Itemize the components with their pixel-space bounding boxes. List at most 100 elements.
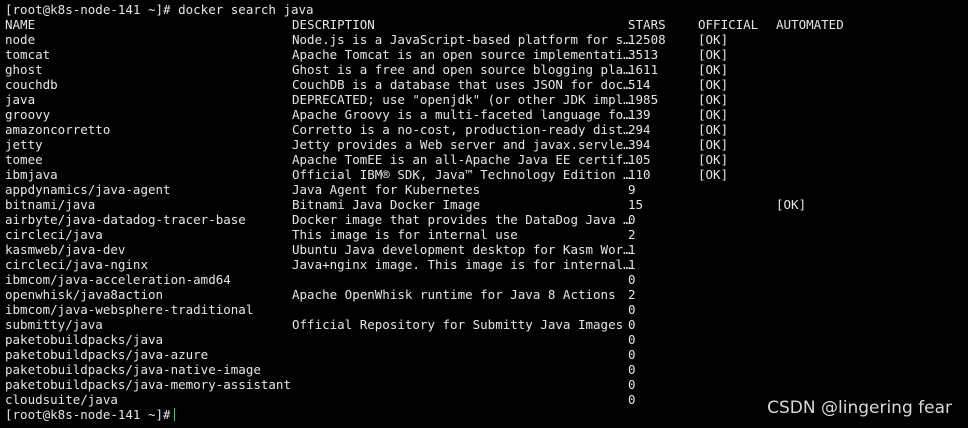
row-stars: 0 xyxy=(628,212,636,227)
row-official: [OK] xyxy=(698,62,729,77)
row-official: [OK] xyxy=(698,152,729,167)
table-row: java DEPRECATED; use "openjdk" (or other … xyxy=(5,92,968,107)
row-stars: 2 xyxy=(628,227,636,242)
table-row: groovy Apache Groovy is a multi-faceted l… xyxy=(5,107,968,122)
header-name: NAME xyxy=(5,17,36,32)
row-name: circleci/java-nginx xyxy=(5,257,148,272)
row-stars: 1 xyxy=(628,242,636,257)
header-official: OFFICIAL xyxy=(698,17,759,32)
table-row: ibmcom/java-websphere-traditional 0 xyxy=(5,302,968,317)
row-description: CouchDB is a database that uses JSON for… xyxy=(292,77,631,92)
row-stars: 0 xyxy=(628,362,636,377)
table-row: tomcat Apache Tomcat is an open source im… xyxy=(5,47,968,62)
row-description: Node.js is a JavaScript-based platform f… xyxy=(292,32,631,47)
row-official: [OK] xyxy=(698,137,729,152)
row-stars: 3513 xyxy=(628,47,659,62)
watermark: CSDN @lingering fear xyxy=(767,398,952,418)
terminal-window[interactable]: [root@k8s-node-141 ~]# docker search jav… xyxy=(5,2,968,428)
row-name: amazoncorretto xyxy=(5,122,111,137)
row-stars: 0 xyxy=(628,272,636,287)
row-automated: [OK] xyxy=(776,197,807,212)
table-row: submitty/java Official Repository for Sub… xyxy=(5,317,968,332)
row-stars: 0 xyxy=(628,302,636,317)
row-name: ibmcom/java-acceleration-amd64 xyxy=(5,272,231,287)
row-name: submitty/java xyxy=(5,317,103,332)
row-name: couchdb xyxy=(5,77,58,92)
row-name: cloudsuite/java xyxy=(5,392,118,407)
row-description: Apache Groovy is a multi-faceted languag… xyxy=(292,107,631,122)
table-header: NAME DESCRIPTION STARS OFFICIAL AUTOMATE… xyxy=(5,17,968,32)
row-name: jetty xyxy=(5,137,43,152)
row-stars: 110 xyxy=(628,167,651,182)
header-automated: AUTOMATED xyxy=(776,17,844,32)
table-row: paketobuildpacks/java-memory-assistant 0 xyxy=(5,377,968,392)
row-name: node xyxy=(5,32,36,47)
table-row: appdynamics/java-agent Java Agent for Kub… xyxy=(5,182,968,197)
header-stars: STARS xyxy=(628,17,666,32)
row-name: appdynamics/java-agent xyxy=(5,182,171,197)
shell-prompt: [root@k8s-node-141 ~]# xyxy=(5,2,179,17)
table-row: circleci/java This image is for internal … xyxy=(5,227,968,242)
table-row: amazoncorretto Corretto is a no-cost, pro… xyxy=(5,122,968,137)
table-row: airbyte/java-datadog-tracer-base Docker i… xyxy=(5,212,968,227)
row-name: ibmcom/java-websphere-traditional xyxy=(5,302,254,317)
table-row: circleci/java-nginx Java+nginx image. Thi… xyxy=(5,257,968,272)
table-row: couchdb CouchDB is a database that uses J… xyxy=(5,77,968,92)
row-description: DEPRECATED; use "openjdk" (or other JDK … xyxy=(292,92,631,107)
row-description: Java Agent for Kubernetes xyxy=(292,182,481,197)
row-description: Jetty provides a Web server and javax.se… xyxy=(292,137,631,152)
row-stars: 0 xyxy=(628,347,636,362)
row-description: Apache OpenWhisk runtime for Java 8 Acti… xyxy=(292,287,616,302)
table-row: openwhisk/java8action Apache OpenWhisk ru… xyxy=(5,287,968,302)
row-description: This image is for internal use xyxy=(292,227,518,242)
row-official: [OK] xyxy=(698,122,729,137)
row-description: Java+nginx image. This image is for inte… xyxy=(292,257,631,272)
row-description: Corretto is a no-cost, production-ready … xyxy=(292,122,631,137)
table-row: bitnami/java Bitnami Java Docker Image 15 [… xyxy=(5,197,968,212)
row-official: [OK] xyxy=(698,77,729,92)
row-stars: 9 xyxy=(628,182,636,197)
row-name: tomee xyxy=(5,152,43,167)
row-stars: 0 xyxy=(628,317,636,332)
header-description: DESCRIPTION xyxy=(292,17,375,32)
row-name: ibmjava xyxy=(5,167,58,182)
row-official: [OK] xyxy=(698,32,729,47)
row-stars: 0 xyxy=(628,392,636,407)
row-name: tomcat xyxy=(5,47,51,62)
table-row: paketobuildpacks/java 0 xyxy=(5,332,968,347)
row-stars: 105 xyxy=(628,152,651,167)
row-official: [OK] xyxy=(698,92,729,107)
row-description: Official IBM® SDK, Java™ Technology Edit… xyxy=(292,167,631,182)
row-description: Bitnami Java Docker Image xyxy=(292,197,481,212)
row-name: openwhisk/java8action xyxy=(5,287,164,302)
table-row: paketobuildpacks/java-native-image 0 xyxy=(5,362,968,377)
row-name: java xyxy=(5,92,36,107)
row-stars: 1611 xyxy=(628,62,659,77)
command-text: docker search java xyxy=(178,2,314,17)
results-table: node Node.js is a JavaScript-based platfo… xyxy=(5,32,968,407)
row-stars: 294 xyxy=(628,122,651,137)
row-description: Apache Tomcat is an open source implemen… xyxy=(292,47,631,62)
row-name: bitnami/java xyxy=(5,197,96,212)
table-row: paketobuildpacks/java-azure 0 xyxy=(5,347,968,362)
row-stars: 1985 xyxy=(628,92,659,107)
row-stars: 0 xyxy=(628,332,636,347)
row-name: groovy xyxy=(5,107,51,122)
row-stars: 139 xyxy=(628,107,651,122)
row-description: Official Repository for Submitty Java Im… xyxy=(292,317,624,332)
row-stars: 0 xyxy=(628,377,636,392)
row-name: kasmweb/java-dev xyxy=(5,242,126,257)
table-row: tomee Apache TomEE is an all-Apache Java … xyxy=(5,152,968,167)
row-name: paketobuildpacks/java-native-image xyxy=(5,362,261,377)
row-name: ghost xyxy=(5,62,43,77)
row-description: Ubuntu Java development desktop for Kasm… xyxy=(292,242,631,257)
command-line: [root@k8s-node-141 ~]# docker search jav… xyxy=(5,2,968,17)
row-official: [OK] xyxy=(698,107,729,122)
table-row: node Node.js is a JavaScript-based platfo… xyxy=(5,32,968,47)
row-official: [OK] xyxy=(698,47,729,62)
row-description: Docker image that provides the DataDog J… xyxy=(292,212,631,227)
table-row: ghost Ghost is a free and open source blo… xyxy=(5,62,968,77)
row-description: Apache TomEE is an all-Apache Java EE ce… xyxy=(292,152,631,167)
row-stars: 514 xyxy=(628,77,651,92)
shell-prompt: [root@k8s-node-141 ~]# xyxy=(5,407,171,422)
